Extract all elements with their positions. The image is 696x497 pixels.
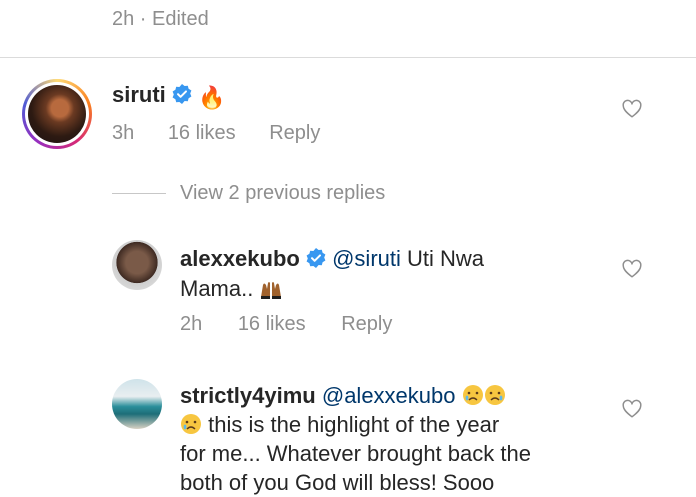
raised-hands-icon [261,282,282,299]
username[interactable]: strictly4yimu [180,383,316,408]
reply-strictly4yimu-text: strictly4yimu @alexxekubo this is the hi… [180,381,600,497]
view-previous-replies[interactable]: View 2 previous replies [180,182,385,205]
reply-text: Uti Nwa [407,246,485,271]
like-heart-icon[interactable] [621,258,643,280]
verified-badge-icon [172,84,192,104]
reply-text: both of you God will bless! Sooo [180,470,495,495]
like-heart-icon[interactable] [621,98,643,120]
verified-badge-icon [306,248,326,268]
avatar-alexxekubo[interactable] [112,240,162,290]
username[interactable]: alexxekubo [180,246,300,271]
likes-count[interactable]: 16 likes [168,122,236,144]
avatar [28,85,86,143]
likes-count[interactable]: 16 likes [238,313,306,335]
reply-button[interactable]: Reply [269,122,320,144]
comment-siruti-line: siruti 🔥 [112,82,225,111]
crying-face-icon [462,385,505,405]
reply-alexxekubo-text: alexxekubo @siruti Uti Nwa Mama.. [180,244,600,304]
avatar-strictly4yimu[interactable] [112,379,162,429]
comment-siruti-meta: 3h 16 likes Reply [112,122,320,145]
reply-alexxekubo-meta: 2h 16 likes Reply [180,313,392,336]
crying-face-icon [181,414,201,434]
reply-text: Mama.. [180,276,254,301]
mention-link[interactable]: @alexxekubo [322,383,456,408]
reply-text: this is the highlight of the year [208,412,500,437]
timestamp: 2h [180,313,203,335]
reply-text: for me... Whatever brought back the [180,441,531,466]
reply-button[interactable]: Reply [341,313,392,335]
fire-emoji-icon: 🔥 [198,85,226,110]
divider [0,57,696,58]
top-comment-meta: 2h · Edited [112,8,209,30]
mention-link[interactable]: @siruti [332,246,401,271]
story-ring-avatar-siruti[interactable] [22,79,92,149]
timestamp: 3h [112,122,135,144]
like-heart-icon[interactable] [621,398,643,420]
replies-line [112,193,166,194]
username[interactable]: siruti [112,82,166,107]
